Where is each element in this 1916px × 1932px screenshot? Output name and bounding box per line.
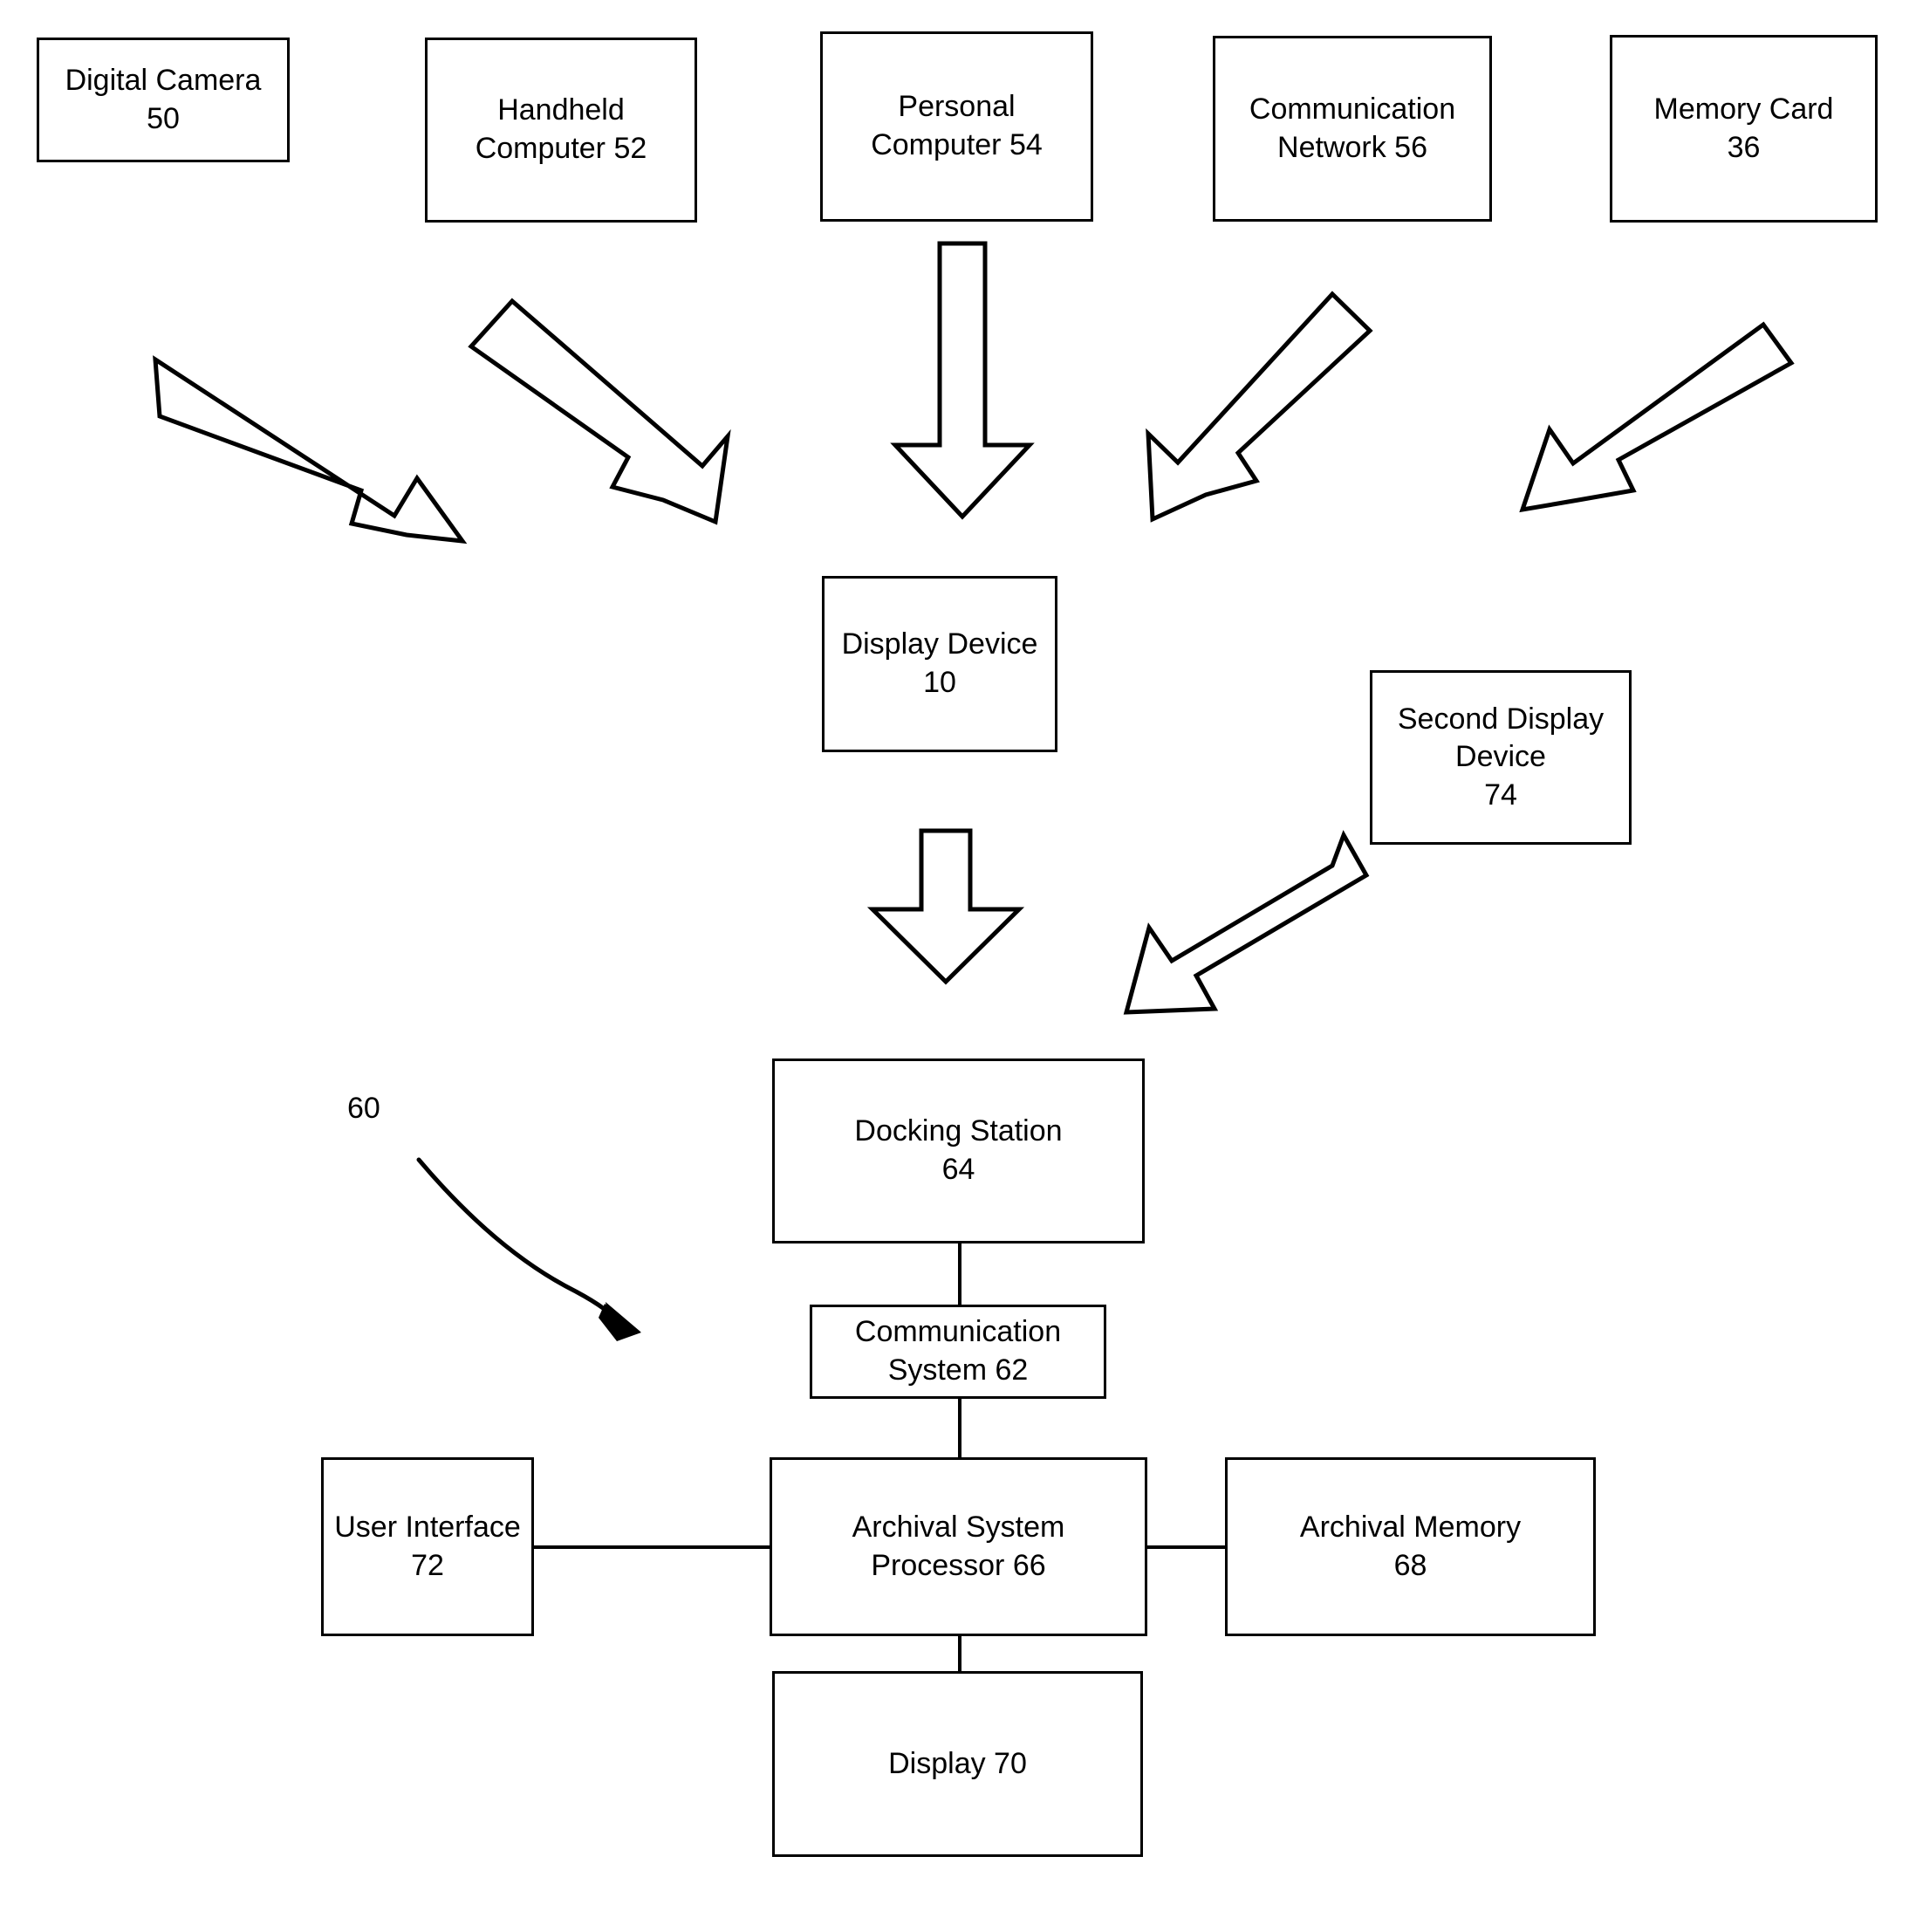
node-archival-memory[interactable]: Archival Memory 68	[1225, 1457, 1596, 1636]
node-personal-computer-label: Personal Computer 54	[871, 90, 1043, 161]
system-reference-curve	[416, 1157, 624, 1326]
node-user-interface-label: User Interface 72	[334, 1510, 521, 1582]
node-display-70[interactable]: Display 70	[772, 1671, 1143, 1857]
node-communication-network-label: Communication Network 56	[1249, 92, 1456, 164]
node-docking-station-label: Docking Station 64	[854, 1114, 1063, 1186]
node-second-display-device[interactable]: Second Display Device 74	[1370, 670, 1632, 845]
node-communication-system[interactable]: Communication System 62	[810, 1305, 1106, 1399]
node-personal-computer[interactable]: Personal Computer 54	[820, 31, 1093, 222]
node-docking-station[interactable]: Docking Station 64	[772, 1058, 1145, 1243]
node-archival-memory-label: Archival Memory 68	[1299, 1510, 1522, 1582]
system-reference-arrowhead	[606, 1302, 640, 1339]
connector-layer	[153, 241, 1795, 1671]
node-digital-camera[interactable]: Digital Camera 50	[37, 38, 290, 162]
node-display-70-label: Display 70	[888, 1746, 1027, 1780]
block-arrow-second-display-device-to-docking-station	[1123, 830, 1370, 1015]
node-communication-network[interactable]: Communication Network 56	[1213, 36, 1492, 222]
node-user-interface[interactable]: User Interface 72	[321, 1457, 534, 1636]
block-arrow-handheld-computer-to-display-device	[468, 298, 731, 525]
node-communication-system-label: Communication System 62	[854, 1315, 1062, 1387]
block-arrow-personal-computer-to-display-device	[890, 241, 1035, 520]
block-arrow-display-device-to-docking-station	[866, 828, 1025, 985]
system-reference-text: 60	[347, 1092, 380, 1125]
block-arrow-communication-network-to-display-device	[1146, 291, 1373, 523]
node-archival-system-processor[interactable]: Archival System Processor 66	[770, 1457, 1147, 1636]
node-display-device[interactable]: Display Device 10	[822, 576, 1057, 752]
patent-figure-canvas: Digital Camera 50 Handheld Computer 52 P…	[0, 0, 1916, 1932]
node-archival-system-processor-label: Archival System Processor 66	[852, 1510, 1065, 1582]
node-display-device-label: Display Device 10	[841, 627, 1038, 699]
node-memory-card-label: Memory Card 36	[1653, 92, 1834, 164]
system-reference-arrowhead-body	[599, 1304, 641, 1341]
node-second-display-device-label: Second Display Device 74	[1397, 702, 1605, 812]
system-reference-label: 60	[347, 1092, 380, 1126]
node-handheld-computer-label: Handheld Computer 52	[475, 93, 647, 165]
node-handheld-computer[interactable]: Handheld Computer 52	[425, 38, 697, 223]
block-arrow-memory-card-to-display-device	[1519, 321, 1795, 513]
block-arrow-digital-camera-to-display-device	[153, 355, 468, 545]
node-digital-camera-label: Digital Camera 50	[65, 63, 262, 135]
node-memory-card[interactable]: Memory Card 36	[1610, 35, 1878, 223]
